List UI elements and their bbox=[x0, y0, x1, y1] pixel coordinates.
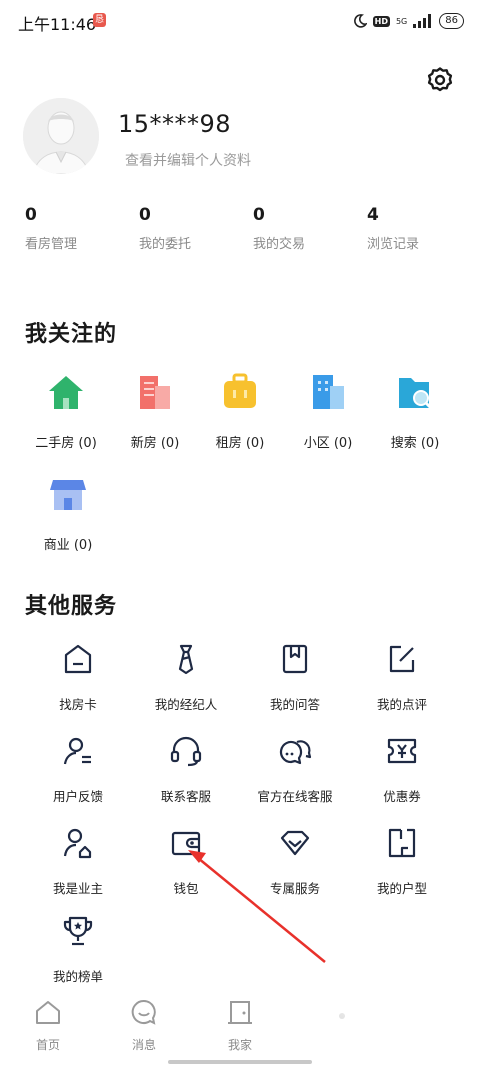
tab-label: 首页 bbox=[35, 1038, 60, 1052]
service-label: 我的户型 bbox=[376, 881, 427, 896]
service-my-floorplan[interactable]: 我的户型 bbox=[347, 826, 457, 897]
service-user-feedback[interactable]: 用户反馈 bbox=[23, 734, 133, 805]
follow-label: 二手房 (0) bbox=[35, 436, 97, 451]
stat-browse-history[interactable]: 4 浏览记录 bbox=[367, 205, 477, 252]
service-label: 用户反馈 bbox=[52, 789, 103, 804]
shop-icon bbox=[50, 480, 86, 510]
service-label: 找房卡 bbox=[59, 697, 97, 712]
follow-item-community[interactable]: 小区 (0) bbox=[278, 372, 378, 451]
suitcase-icon bbox=[224, 373, 256, 408]
status-bar: 上午11:46 恳 HD 5G 86 bbox=[0, 0, 480, 44]
service-my-agent[interactable]: 我的经纪人 bbox=[131, 642, 241, 713]
battery-indicator: 86 bbox=[439, 13, 464, 29]
service-label: 我的点评 bbox=[376, 697, 427, 712]
message-tab-icon bbox=[131, 999, 156, 1025]
tab-label: 消息 bbox=[131, 1038, 156, 1052]
tab-my-home[interactable]: 我家 bbox=[200, 998, 280, 1053]
trophy-icon bbox=[63, 916, 93, 946]
services-section-title: 其他服务 bbox=[25, 594, 118, 619]
stat-label: 我的交易 bbox=[253, 237, 306, 252]
network-label: 5G bbox=[395, 16, 408, 26]
service-i-am-owner[interactable]: 我是业主 bbox=[23, 826, 133, 897]
new-building-icon bbox=[140, 376, 170, 409]
profile-tab-icon bbox=[339, 1013, 345, 1019]
service-exclusive[interactable]: 专属服务 bbox=[240, 826, 350, 897]
stat-my-transactions[interactable]: 0 我的交易 bbox=[253, 205, 363, 252]
moon-icon bbox=[353, 14, 367, 28]
house-icon bbox=[49, 376, 83, 409]
service-my-reviews[interactable]: 我的点评 bbox=[347, 642, 457, 713]
stat-value: 0 bbox=[25, 205, 37, 225]
wallet-icon bbox=[171, 831, 201, 856]
chat-bubbles-icon bbox=[279, 740, 312, 765]
status-time: 上午11:46 bbox=[18, 15, 97, 34]
edit-icon bbox=[389, 645, 415, 673]
signal-icon bbox=[413, 14, 432, 28]
follow-section-title: 我关注的 bbox=[25, 322, 118, 347]
home-indicator bbox=[168, 1060, 312, 1064]
service-my-qa[interactable]: 我的问答 bbox=[240, 642, 350, 713]
coupon-icon bbox=[387, 738, 417, 764]
follow-label: 搜索 (0) bbox=[390, 436, 440, 451]
settings-button[interactable] bbox=[424, 64, 456, 96]
stat-value: 0 bbox=[139, 205, 151, 225]
tab-home[interactable]: 首页 bbox=[8, 998, 88, 1053]
stat-value: 4 bbox=[367, 205, 379, 225]
username[interactable]: 15****98 bbox=[118, 110, 231, 138]
bottom-tab-bar: 首页 消息 我家 bbox=[0, 994, 480, 1054]
edit-profile-link[interactable]: 查看并编辑个人资料 bbox=[125, 150, 251, 170]
service-label: 我的问答 bbox=[269, 697, 320, 712]
follow-label: 小区 (0) bbox=[303, 436, 353, 451]
avatar[interactable] bbox=[23, 98, 99, 174]
feedback-user-icon bbox=[63, 737, 91, 765]
stat-value: 0 bbox=[253, 205, 265, 225]
service-label: 官方在线客服 bbox=[257, 789, 333, 804]
service-official-online-support[interactable]: 官方在线客服 bbox=[240, 734, 350, 805]
notification-icon: 恳 bbox=[93, 13, 106, 27]
book-icon bbox=[282, 644, 308, 674]
tie-icon bbox=[178, 644, 194, 675]
service-my-rankings[interactable]: 我的榜单 bbox=[23, 914, 133, 985]
tab-messages[interactable]: 消息 bbox=[104, 998, 184, 1053]
tab-label: 我家 bbox=[227, 1038, 252, 1052]
service-contact-support[interactable]: 联系客服 bbox=[131, 734, 241, 805]
service-label: 我的榜单 bbox=[52, 969, 103, 984]
stat-my-commissions[interactable]: 0 我的委托 bbox=[139, 205, 249, 252]
follow-label: 商业 (0) bbox=[43, 538, 93, 553]
follow-item-commercial[interactable]: 商业 (0) bbox=[18, 474, 118, 553]
my-home-tab-icon bbox=[228, 1001, 252, 1024]
floorplan-icon bbox=[388, 828, 416, 858]
hd-badge: HD bbox=[372, 15, 390, 27]
service-label: 我的经纪人 bbox=[154, 697, 218, 712]
service-label: 专属服务 bbox=[269, 881, 320, 896]
gear-icon bbox=[427, 67, 453, 92]
follow-item-secondhand[interactable]: 二手房 (0) bbox=[16, 372, 116, 451]
diamond-icon bbox=[280, 830, 310, 856]
card-icon bbox=[64, 644, 92, 674]
service-wallet[interactable]: 钱包 bbox=[131, 826, 241, 897]
follow-item-rental[interactable]: 租房 (0) bbox=[190, 372, 290, 451]
headset-icon bbox=[170, 736, 202, 767]
stat-viewing-management[interactable]: 0 看房管理 bbox=[25, 205, 135, 252]
service-label: 我是业主 bbox=[52, 881, 103, 896]
owner-icon bbox=[63, 828, 92, 859]
avatar-image bbox=[23, 98, 99, 174]
follow-item-search[interactable]: 搜索 (0) bbox=[365, 372, 465, 451]
home-tab-icon bbox=[36, 1001, 60, 1024]
service-label: 钱包 bbox=[173, 881, 199, 896]
status-indicators: HD 5G 86 bbox=[353, 12, 464, 30]
search-folder-icon bbox=[399, 378, 433, 410]
service-label: 联系客服 bbox=[160, 789, 211, 804]
stats-row: 0 看房管理 0 我的委托 0 我的交易 4 浏览记录 bbox=[0, 205, 480, 265]
community-icon bbox=[313, 375, 344, 409]
stat-label: 看房管理 bbox=[25, 237, 78, 252]
follow-label: 租房 (0) bbox=[215, 436, 265, 451]
tab-profile[interactable] bbox=[296, 998, 376, 1036]
service-coupons[interactable]: 优惠券 bbox=[347, 734, 457, 805]
service-find-home-card[interactable]: 找房卡 bbox=[23, 642, 133, 713]
stat-label: 我的委托 bbox=[139, 237, 192, 252]
service-label: 优惠券 bbox=[383, 789, 421, 804]
stat-label: 浏览记录 bbox=[367, 237, 420, 252]
